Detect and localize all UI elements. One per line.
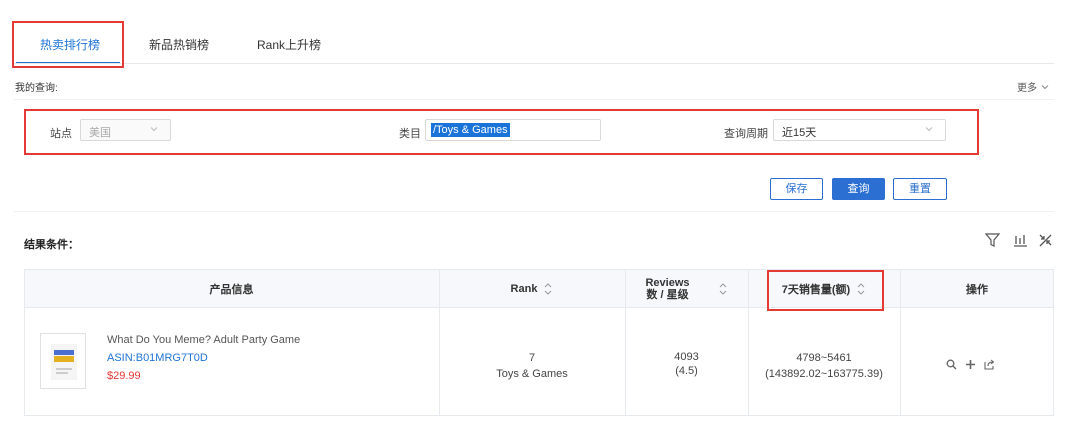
period-label: 查询周期 xyxy=(724,128,768,140)
query-divider xyxy=(14,99,1054,100)
site-select[interactable]: 美国 xyxy=(80,119,171,141)
product-asin[interactable]: ASIN:B01MRG7T0D xyxy=(107,352,208,364)
share-icon[interactable] xyxy=(984,359,995,370)
header-rank[interactable]: Rank xyxy=(439,270,625,308)
buttons-divider xyxy=(14,211,1054,212)
sort-icon[interactable] xyxy=(543,282,553,296)
bar-chart-icon[interactable] xyxy=(1013,233,1028,247)
header-product: 产品信息 xyxy=(24,270,439,308)
header-actions-label: 操作 xyxy=(966,284,988,296)
plus-icon[interactable] xyxy=(965,359,976,370)
tabs-divider xyxy=(14,63,1054,64)
reviews-count: 4093 xyxy=(674,351,699,363)
tab-new-hot[interactable]: 新品热销榜 xyxy=(149,36,209,53)
save-button[interactable]: 保存 xyxy=(770,178,823,200)
highlight-tab xyxy=(12,21,124,68)
period-select[interactable]: 近15天 xyxy=(773,119,946,141)
category-label: 类目 xyxy=(399,128,421,140)
header-reviews[interactable]: Reviews 数 / 星级 xyxy=(625,270,748,308)
my-query-label: 我的查询: xyxy=(15,83,58,94)
reset-button[interactable]: 重置 xyxy=(893,178,947,200)
category-input[interactable]: /Toys & Games xyxy=(425,119,601,141)
product-name[interactable]: What Do You Meme? Adult Party Game xyxy=(107,334,300,346)
sales-range: 4798~5461 xyxy=(796,352,852,364)
sales-value: 4798~5461 (143892.02~163775.39) xyxy=(748,350,900,382)
search-button[interactable]: 查询 xyxy=(832,178,885,200)
collapse-icon[interactable] xyxy=(1038,233,1053,247)
sales-amount: (143892.02~163775.39) xyxy=(765,368,883,380)
sort-icon[interactable] xyxy=(718,282,728,296)
chevron-down-icon xyxy=(925,127,933,132)
reviews-stars: (4.5) xyxy=(675,365,698,377)
site-label: 站点 xyxy=(50,128,72,140)
header-reviews-sub: 数 / 星级 xyxy=(646,289,689,301)
rank-category: Toys & Games xyxy=(496,368,568,380)
row-actions xyxy=(946,359,995,370)
site-value: 美国 xyxy=(89,127,111,139)
search-icon[interactable] xyxy=(946,359,957,370)
header-actions: 操作 xyxy=(900,270,1054,308)
tab-rank-rising[interactable]: Rank上升榜 xyxy=(257,36,321,53)
period-value: 近15天 xyxy=(782,127,817,139)
header-reviews-label: Reviews xyxy=(645,277,690,289)
more-label: 更多 xyxy=(1017,83,1037,94)
chevron-down-icon xyxy=(150,127,158,132)
more-toggle[interactable]: 更多 xyxy=(1017,79,1050,94)
results-title: 结果条件： xyxy=(24,239,79,251)
header-product-label: 产品信息 xyxy=(209,284,254,296)
chevron-down-icon xyxy=(1041,84,1049,89)
product-box-art xyxy=(51,344,77,380)
rank-number: 7 xyxy=(528,352,536,364)
product-price: $29.99 xyxy=(107,370,141,382)
reviews-value: 4093 (4.5) xyxy=(625,350,748,378)
rank-value: 7 Toys & Games xyxy=(439,350,625,382)
header-rank-label: Rank xyxy=(510,283,538,295)
product-image[interactable] xyxy=(40,333,86,389)
highlight-sales-header xyxy=(767,270,884,311)
category-value: /Toys & Games xyxy=(431,123,510,137)
filter-icon[interactable] xyxy=(985,233,1000,247)
